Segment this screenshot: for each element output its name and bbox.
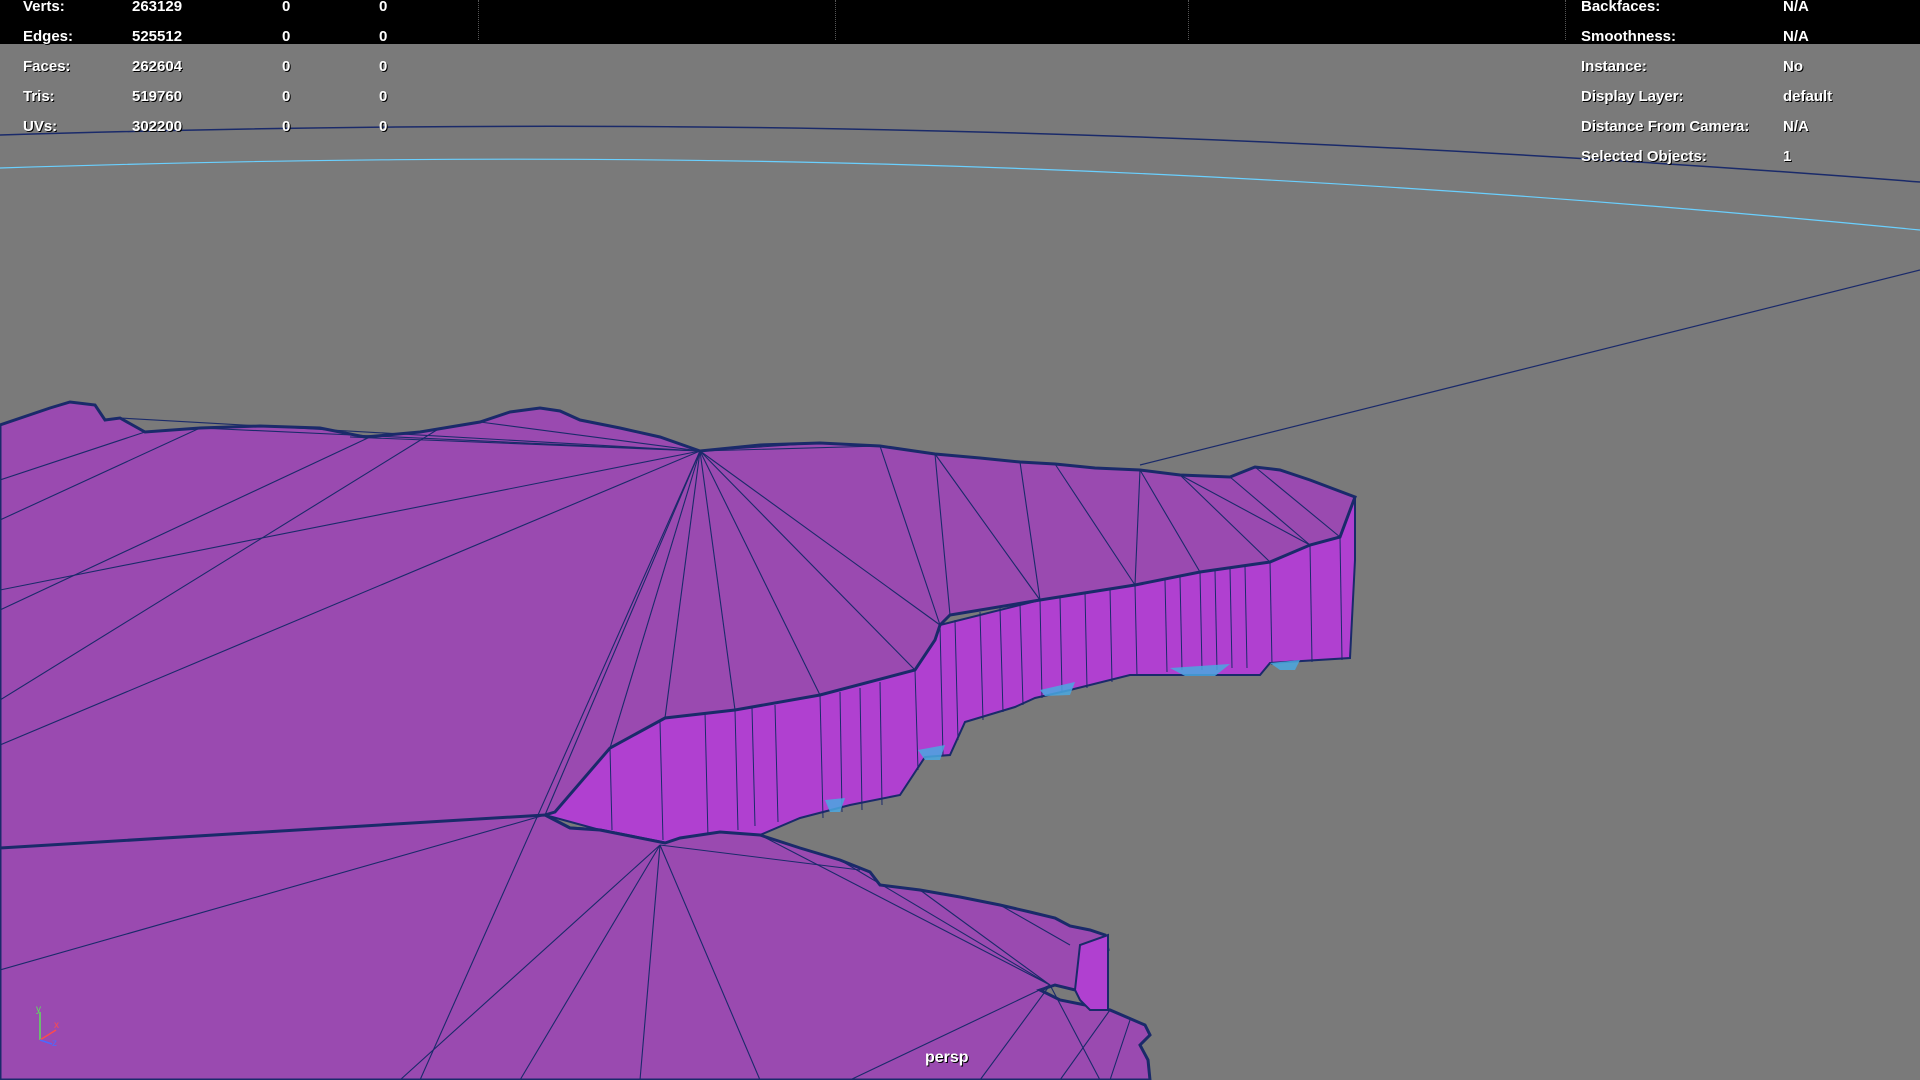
hud-poly-count: Verts: 263129 0 0 Edges: 525512 0 0 Face…	[0, 0, 420, 140]
hud-separator	[478, 0, 480, 40]
hud-row-smoothness: Smoothness: N/A	[1575, 28, 1915, 46]
hud-selected-value: 0	[282, 0, 291, 15]
hud-selected-obj-value: 0	[379, 88, 388, 105]
hud-label: Faces:	[23, 58, 71, 75]
mesh-lower-wall	[1073, 933, 1109, 1011]
hud-label: Instance:	[1581, 58, 1647, 75]
hud-total-value: 302200	[132, 118, 183, 135]
hud-selected-value: 0	[282, 58, 291, 75]
z-axis-label: z	[52, 1038, 57, 1048]
hud-row-tris: Tris: 519760 0 0	[0, 88, 420, 106]
hud-total-value: 263129	[132, 0, 183, 15]
hud-row-instance: Instance: No	[1575, 58, 1915, 76]
hud-label: Backfaces:	[1581, 0, 1661, 15]
hud-separator	[1188, 0, 1190, 40]
z-axis-line	[39, 1039, 53, 1045]
hud-label: Selected Objects:	[1581, 148, 1707, 165]
hud-row-backfaces: Backfaces: N/A	[1575, 0, 1915, 16]
hud-row-edges: Edges: 525512 0 0	[0, 28, 420, 46]
hud-label: Display Layer:	[1581, 88, 1684, 105]
hud-total-value: 262604	[132, 58, 183, 75]
hud-value: N/A	[1783, 28, 1809, 45]
view-axis-gizmo: y x z	[36, 1004, 59, 1048]
hud-selected-value: 0	[282, 118, 291, 135]
x-axis-label: x	[54, 1020, 59, 1031]
hud-row-uvs: UVs: 302200 0 0	[0, 118, 420, 136]
hud-row-distance-from-camera: Distance From Camera: N/A	[1575, 118, 1915, 136]
hud-value: 1	[1783, 148, 1792, 165]
hud-row-verts: Verts: 263129 0 0	[0, 0, 420, 16]
camera-name-label: persp	[925, 1049, 969, 1066]
hud-total-value: 519760	[132, 88, 183, 105]
hud-label: Distance From Camera:	[1581, 118, 1750, 135]
hud-label: Tris:	[23, 88, 55, 105]
hud-selected-obj-value: 0	[379, 58, 388, 75]
maya-perspective-viewport[interactable]: Verts: 263129 0 0 Edges: 525512 0 0 Face…	[0, 0, 1920, 1080]
hud-total-value: 525512	[132, 28, 183, 45]
hud-selected-obj-value: 0	[379, 28, 388, 45]
hud-selected-obj-value: 0	[379, 0, 388, 15]
hud-label: Smoothness:	[1581, 28, 1677, 45]
hud-value: No	[1783, 58, 1803, 75]
hud-value: N/A	[1783, 118, 1809, 135]
hud-row-faces: Faces: 262604 0 0	[0, 58, 420, 76]
hud-selected-value: 0	[282, 88, 291, 105]
hud-row-selected-objects: Selected Objects: 1	[1575, 148, 1915, 166]
hud-value: default	[1783, 88, 1833, 105]
hud-selected-value: 0	[282, 28, 291, 45]
hud-value: N/A	[1783, 0, 1809, 15]
hud-selected-obj-value: 0	[379, 118, 388, 135]
hud-row-display-layer: Display Layer: default	[1575, 88, 1915, 106]
y-axis-label: y	[36, 1004, 41, 1015]
hud-label: Verts:	[23, 0, 65, 15]
hud-separator	[1565, 0, 1567, 40]
hud-object-details: Backfaces: N/A Smoothness: N/A Instance:…	[1575, 0, 1915, 170]
hud-label: UVs:	[23, 118, 58, 135]
grid-axis-line	[1139, 269, 1920, 466]
hud-label: Edges:	[23, 28, 74, 45]
hud-separator	[835, 0, 837, 40]
